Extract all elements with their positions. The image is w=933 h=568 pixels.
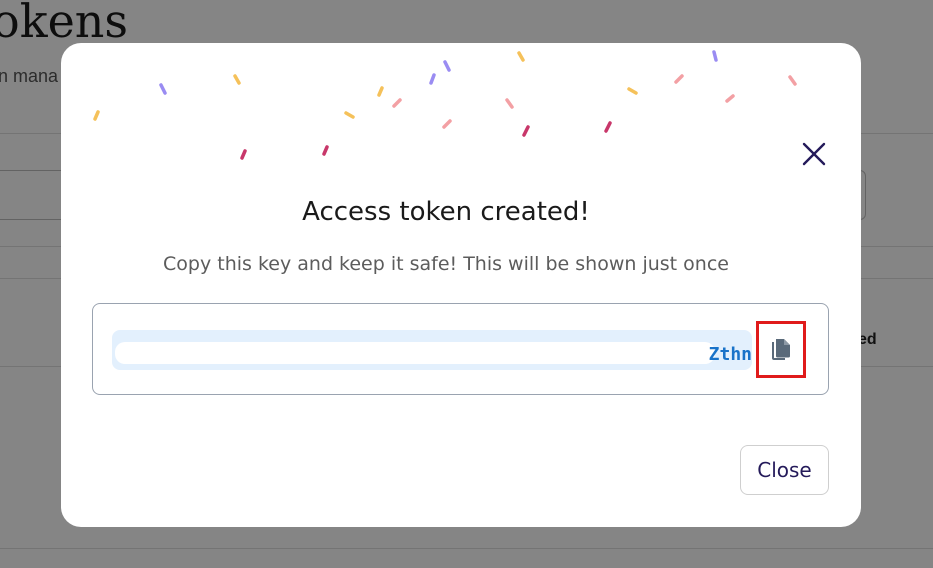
- token-container: Zthn: [92, 303, 829, 395]
- copy-document-icon: [772, 338, 790, 360]
- token-field[interactable]: Zthn: [112, 330, 752, 370]
- close-icon[interactable]: [799, 139, 829, 169]
- dialog-title: Access token created!: [302, 197, 590, 227]
- dialog-subtitle: Copy this key and keep it safe! This wil…: [163, 253, 729, 275]
- copy-button[interactable]: [756, 321, 806, 378]
- token-value: Zthn: [708, 344, 752, 365]
- token-created-dialog: Access token created! Copy this key and …: [61, 43, 861, 527]
- close-button[interactable]: Close: [740, 445, 829, 495]
- confetti-decoration: [93, 50, 797, 160]
- redacted-token-mask: [115, 342, 715, 364]
